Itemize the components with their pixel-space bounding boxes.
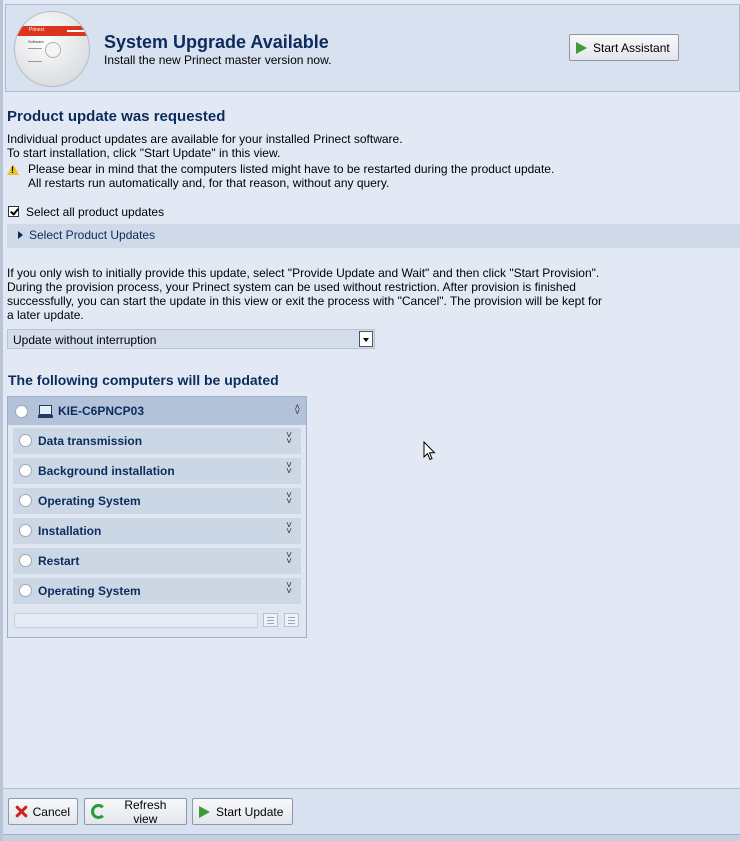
start-assistant-label: Start Assistant [593, 40, 670, 55]
intro-line-2: To start installation, click "Start Upda… [7, 146, 281, 160]
intro-line-1: Individual product updates are available… [7, 132, 403, 146]
disc-sub-label: Software [28, 39, 44, 44]
provision-line-1: If you only wish to initially provide th… [7, 266, 600, 280]
cancel-button[interactable]: Cancel [8, 798, 78, 825]
step-radio[interactable] [19, 434, 32, 447]
cancel-x-icon [15, 805, 27, 818]
chevron-double-down-icon[interactable]: ˅ ˅ [286, 431, 292, 447]
select-product-updates-toggle[interactable]: Select Product Updates [7, 224, 740, 248]
warning-line-1: Please bear in mind that the computers l… [28, 162, 555, 176]
step-radio[interactable] [19, 584, 32, 597]
disc-brand-label: Prinect [29, 27, 45, 33]
warning-text: Please bear in mind that the computers l… [28, 162, 554, 190]
cancel-label: Cancel [32, 804, 70, 819]
chevron-double-down-icon[interactable]: ˅ ˅ [286, 551, 292, 567]
computers-title: The following computers will be updated [8, 372, 279, 388]
details-icon[interactable] [284, 613, 299, 627]
dropdown-arrow-icon[interactable] [359, 331, 373, 347]
update-mode-value: Update without interruption [13, 333, 157, 347]
select-all-label[interactable]: Select all product updates [26, 205, 164, 219]
section-title: Product update was requested [7, 108, 226, 125]
step-radio[interactable] [19, 524, 32, 537]
upgrade-header: Prinect Software System Upgrade Availabl… [5, 4, 740, 92]
computer-radio[interactable] [15, 405, 28, 418]
start-assistant-button[interactable]: Start Assistant [569, 34, 679, 61]
chevron-double-down-icon[interactable]: ˅ ˅ [286, 461, 292, 477]
step-row[interactable]: Background installation ˅ ˅ [13, 458, 301, 484]
step-row[interactable]: Data transmission ˅ ˅ [13, 428, 301, 454]
expand-arrow-icon [18, 231, 23, 239]
computer-panel: KIE-C6PNCP03 ˄ ˅ Data transmission ˅ ˅ Bac… [7, 396, 307, 638]
computer-header[interactable]: KIE-C6PNCP03 ˄ ˅ [8, 397, 306, 425]
progress-bar [14, 613, 258, 628]
play-icon [199, 805, 210, 818]
step-radio[interactable] [19, 554, 32, 567]
refresh-icon [91, 804, 106, 819]
start-update-label: Start Update [216, 804, 284, 819]
refresh-label: Refresh view [124, 797, 167, 826]
provision-line-4: a later update. [7, 308, 84, 322]
provision-line-3: successfully, you can start the update i… [7, 294, 603, 308]
step-row[interactable]: Installation ˅ ˅ [13, 518, 301, 544]
step-row[interactable]: Restart ˅ ˅ [13, 548, 301, 574]
warning-line-2: All restarts run automatically and, for … [28, 176, 390, 190]
chevron-double-down-icon[interactable]: ˅ ˅ [286, 491, 292, 507]
step-label: Data transmission [38, 434, 143, 448]
step-label: Operating System [38, 584, 141, 598]
provision-line-2: During the provision process, your Prine… [7, 280, 576, 294]
select-all-checkbox[interactable] [8, 206, 19, 217]
log-icon[interactable] [263, 613, 278, 627]
step-radio[interactable] [19, 464, 32, 477]
step-radio[interactable] [19, 494, 32, 507]
step-row[interactable]: Operating System ˅ ˅ [13, 578, 301, 604]
step-label: Background installation [38, 464, 175, 478]
computer-icon [38, 405, 53, 418]
update-mode-select[interactable]: Update without interruption [7, 329, 375, 349]
start-update-button[interactable]: Start Update [192, 798, 293, 825]
chevron-double-down-icon[interactable]: ˅ ˅ [286, 521, 292, 537]
step-row[interactable]: Operating System ˅ ˅ [13, 488, 301, 514]
header-title: System Upgrade Available [104, 32, 329, 52]
chevron-double-down-icon[interactable]: ˅ ˅ [286, 581, 292, 597]
resize-handle[interactable] [3, 834, 740, 841]
step-label: Operating System [38, 494, 141, 508]
computer-name: KIE-C6PNCP03 [58, 404, 145, 418]
step-label: Installation [38, 524, 102, 538]
refresh-view-button[interactable]: Refresh view [84, 797, 187, 826]
select-product-updates-label: Select Product Updates [29, 228, 156, 242]
sort-updown-icon[interactable]: ˄ ˅ [295, 403, 300, 417]
warning-icon [7, 164, 19, 175]
software-disc-icon: Prinect Software [14, 11, 90, 87]
step-label: Restart [38, 554, 80, 568]
header-subtitle: Install the new Prinect master version n… [104, 53, 332, 67]
play-icon [576, 41, 587, 54]
